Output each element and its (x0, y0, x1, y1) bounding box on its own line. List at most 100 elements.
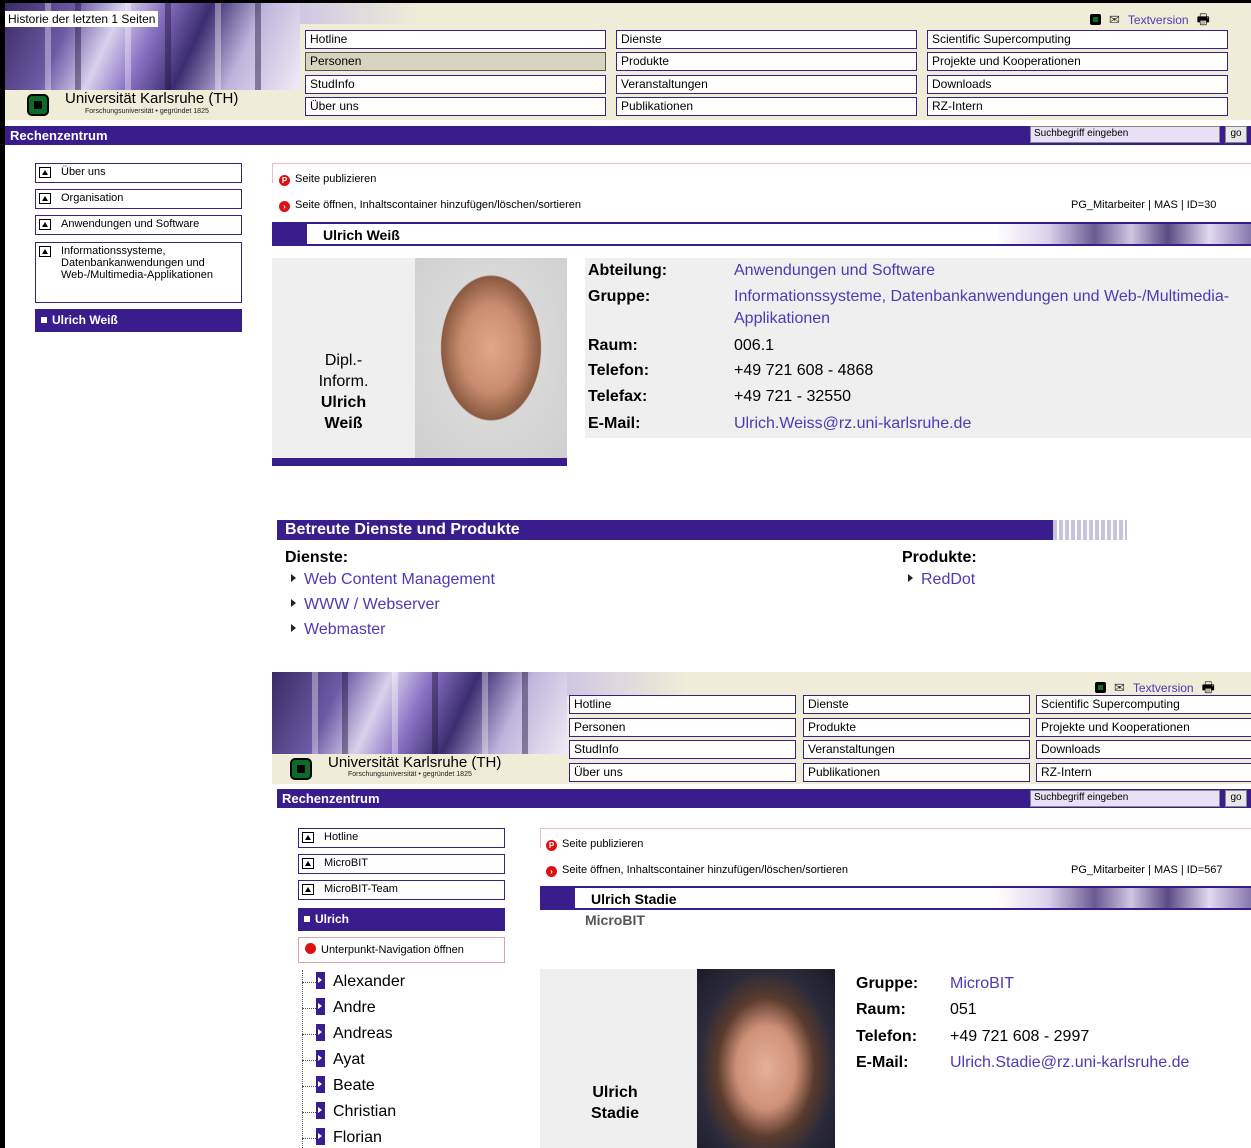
nav-produkte[interactable]: Produkte (803, 718, 1030, 737)
nav-downloads[interactable]: Downloads (1036, 740, 1251, 759)
label-gruppe: Gruppe: (856, 975, 919, 992)
gruppe-link[interactable]: MicroBIT (950, 975, 1014, 993)
pointer-icon (316, 1128, 325, 1145)
nav-dienste[interactable]: Dienste (803, 695, 1030, 714)
nav-publikationen[interactable]: Publikationen (803, 763, 1030, 782)
telefon-value: +49 721 608 - 4868 (734, 362, 874, 379)
left-nav-organisation[interactable]: Organisation (35, 189, 242, 209)
left-nav-ueber-uns[interactable]: Über uns (35, 163, 242, 183)
search-input[interactable]: Suchbegriff eingeben (1030, 126, 1220, 143)
nav-personen[interactable]: Personen (569, 718, 796, 737)
left-nav-selected[interactable]: Ulrich (298, 908, 505, 931)
produkt-link[interactable]: RedDot (908, 571, 975, 589)
page-id: PG_Mitarbeiter | MAS | ID=30 (1071, 199, 1217, 211)
abteilung-link[interactable]: Anwendungen und Software (734, 262, 935, 280)
embedded-search-go-button[interactable]: go (1225, 790, 1247, 807)
embedded-person-card: Ulrich Stadie (540, 969, 835, 1148)
nav-veranstaltungen[interactable]: Veranstaltungen (803, 740, 1030, 759)
nav-studinfo[interactable]: StudInfo (569, 740, 796, 759)
nav-rz-intern[interactable]: RZ-Intern (927, 97, 1228, 116)
nav-personen[interactable]: Personen (305, 52, 606, 71)
pointer-icon (316, 998, 325, 1015)
embedded-search-input[interactable]: Suchbegriff eingeben (1030, 790, 1220, 807)
publish-link[interactable]: P Seite publizieren (546, 838, 643, 851)
mail-icon[interactable]: ✉ (1114, 680, 1125, 696)
raum-value: 006.1 (734, 337, 775, 354)
rz-title[interactable]: Rechenzentrum (10, 128, 108, 143)
tree-item[interactable]: Ayat (316, 1050, 365, 1069)
up-arrow-icon (39, 219, 51, 230)
embedded-university-name[interactable]: Universität Karlsruhe (TH) (328, 754, 501, 771)
publish-icon: P (546, 840, 557, 851)
left-nav-selected[interactable]: Ulrich Weiß (35, 309, 242, 332)
left-nav-microbit-team[interactable]: MicroBIT-Team (298, 880, 505, 900)
up-arrow-icon (39, 246, 51, 257)
label-raum: Raum: (588, 337, 638, 354)
textversion-link[interactable]: Textversion (1133, 681, 1194, 695)
info-background (585, 258, 1251, 438)
email-link[interactable]: Ulrich.Weiss@rz.uni-karlsruhe.de (734, 415, 971, 433)
search-go-button[interactable]: go (1225, 126, 1247, 143)
telefon-value: +49 721 608 - 2997 (950, 1028, 1090, 1045)
mail-icon[interactable]: ✉ (1109, 12, 1120, 28)
home-square-icon[interactable] (1090, 14, 1101, 25)
tree-item[interactable]: Andre (316, 998, 376, 1017)
publish-icon: P (279, 175, 290, 186)
nav-dienste[interactable]: Dienste (616, 30, 917, 49)
tree-item[interactable]: Florian (316, 1128, 382, 1147)
history-link[interactable]: Historie der letzten 1 Seiten (5, 11, 159, 27)
university-logo-icon[interactable] (290, 758, 312, 780)
print-icon[interactable]: 🖶 (1197, 11, 1210, 27)
services-title: Betreute Dienste und Produkte (285, 521, 520, 538)
embedded-rz-title[interactable]: Rechenzentrum (282, 791, 380, 806)
unterpunkt-navigation-link[interactable]: Unterpunkt-Navigation öffnen (298, 937, 505, 963)
nav-projekte[interactable]: Projekte und Kooperationen (1036, 718, 1251, 737)
embedded-university-subtitle: Forschungsuniversität • gegründet 1825 (348, 771, 472, 778)
gruppe-link-2[interactable]: Applikationen (734, 310, 830, 328)
nav-projekte[interactable]: Projekte und Kooperationen (927, 52, 1228, 71)
nav-ueber-uns[interactable]: Über uns (305, 97, 606, 116)
left-nav-microbit[interactable]: MicroBIT (298, 854, 505, 874)
nav-rz-intern[interactable]: RZ-Intern (1036, 763, 1251, 782)
gruppe-link[interactable]: Informationssysteme, Datenbankanwendunge… (734, 288, 1229, 306)
produkte-label: Produkte: (902, 549, 977, 566)
nav-hotline[interactable]: Hotline (569, 695, 796, 714)
open-icon: › (279, 201, 290, 212)
university-box: Universität Karlsruhe (TH) Forschungsuni… (5, 90, 300, 116)
dienst-link[interactable]: WWW / Webserver (291, 596, 440, 614)
person-caption: Dipl.- Inform. Ulrich Weiß (318, 352, 369, 432)
tree-item[interactable]: Christian (316, 1102, 396, 1121)
nav-veranstaltungen[interactable]: Veranstaltungen (616, 75, 917, 94)
dienst-link[interactable]: Webmaster (291, 621, 386, 639)
tree-item[interactable]: Alexander (316, 972, 405, 991)
embedded-subname: MicroBIT (585, 912, 645, 928)
nav-ueber-uns[interactable]: Über uns (569, 763, 796, 782)
pointer-icon (316, 972, 325, 989)
person-photo (415, 258, 567, 458)
nav-scientific-supercomputing[interactable]: Scientific Supercomputing (927, 30, 1228, 49)
left-nav-hotline[interactable]: Hotline (298, 828, 505, 848)
home-square-icon[interactable] (1095, 682, 1106, 693)
email-link[interactable]: Ulrich.Stadie@rz.uni-karlsruhe.de (950, 1054, 1189, 1072)
university-logo-icon[interactable] (27, 94, 49, 116)
nav-downloads[interactable]: Downloads (927, 75, 1228, 94)
university-name[interactable]: Universität Karlsruhe (TH) (65, 90, 238, 107)
open-page-link[interactable]: › Seite öffnen, Inhaltscontainer hinzufüg… (546, 864, 848, 877)
nav-scientific-supercomputing[interactable]: Scientific Supercomputing (1036, 695, 1251, 714)
nav-studinfo[interactable]: StudInfo (305, 75, 606, 94)
tree-item[interactable]: Beate (316, 1076, 375, 1095)
print-icon[interactable]: 🖶 (1202, 679, 1215, 695)
left-nav-informationssysteme[interactable]: Informationssysteme, Datenbankanwendunge… (35, 242, 242, 303)
nav-hotline[interactable]: Hotline (305, 30, 606, 49)
square-bullet-icon (41, 317, 47, 323)
dienst-link[interactable]: Web Content Management (291, 571, 495, 589)
tree-item[interactable]: Andreas (316, 1024, 393, 1043)
left-nav-anwendungen[interactable]: Anwendungen und Software (35, 215, 242, 235)
up-arrow-icon (39, 167, 51, 178)
nav-publikationen[interactable]: Publikationen (616, 97, 917, 116)
open-page-link[interactable]: › Seite öffnen, Inhaltscontainer hinzufüg… (279, 199, 581, 212)
person-name-bar: Ulrich Weiß (272, 222, 1251, 246)
textversion-link[interactable]: Textversion (1128, 13, 1189, 27)
nav-produkte[interactable]: Produkte (616, 52, 917, 71)
publish-link[interactable]: P Seite publizieren (279, 173, 376, 186)
